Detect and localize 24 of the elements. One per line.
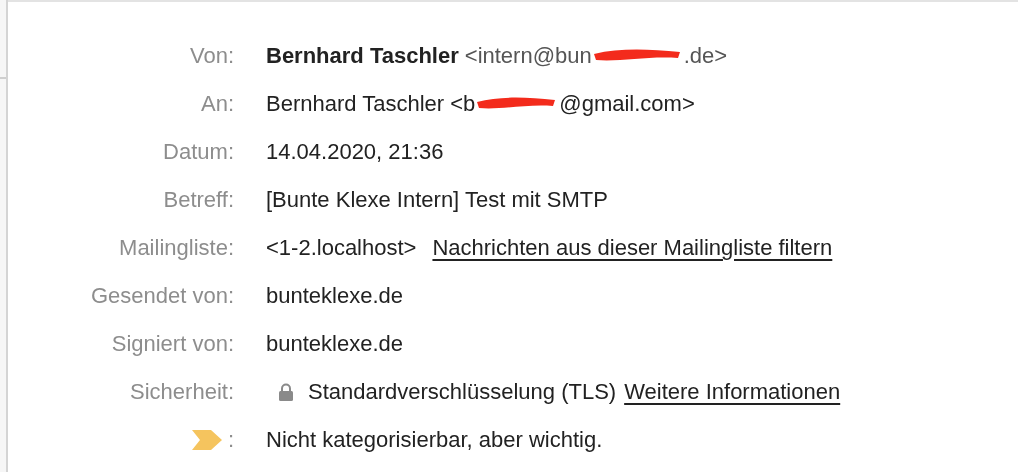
recipient: Bernhard Taschler <b xyxy=(266,91,476,117)
header-value: [Bunte Klexe Intern] Test mit SMTP xyxy=(266,187,608,213)
header-label: Betreff: xyxy=(163,187,234,213)
header-label: Mailingliste: xyxy=(119,235,234,261)
header-label: An: xyxy=(200,91,234,117)
header-label: Signiert von: xyxy=(111,331,234,357)
tag-name: Nicht kategorisierbar, aber wichtig. xyxy=(266,427,603,453)
header-label: Datum: xyxy=(163,139,234,165)
recipient-address: @gmail.com> xyxy=(559,91,695,117)
sender-address: <intern@bun xyxy=(464,43,592,69)
filter-link[interactable]: Nachrichten aus dieser Mailingliste filtern xyxy=(432,235,833,261)
list-id: <1-2.localhost> xyxy=(266,235,417,261)
more-info-link[interactable]: Weitere Informationen xyxy=(624,379,841,405)
sender-name: Bernhard Taschler xyxy=(266,43,459,69)
header-value: bunteklexe.de xyxy=(266,283,403,309)
header-label: Gesendet von: xyxy=(90,283,234,309)
encryption-status: Standardverschlüsselung (TLS) xyxy=(308,379,617,405)
header-label: : xyxy=(227,427,234,453)
header-label: Von: xyxy=(189,43,234,69)
header-value: 14.04.2020, 21:36 xyxy=(266,139,444,165)
sender-address: .de> xyxy=(683,43,728,69)
lock-icon xyxy=(278,383,294,401)
header-value: bunteklexe.de xyxy=(266,331,403,357)
header-label: Sicherheit: xyxy=(130,379,234,405)
